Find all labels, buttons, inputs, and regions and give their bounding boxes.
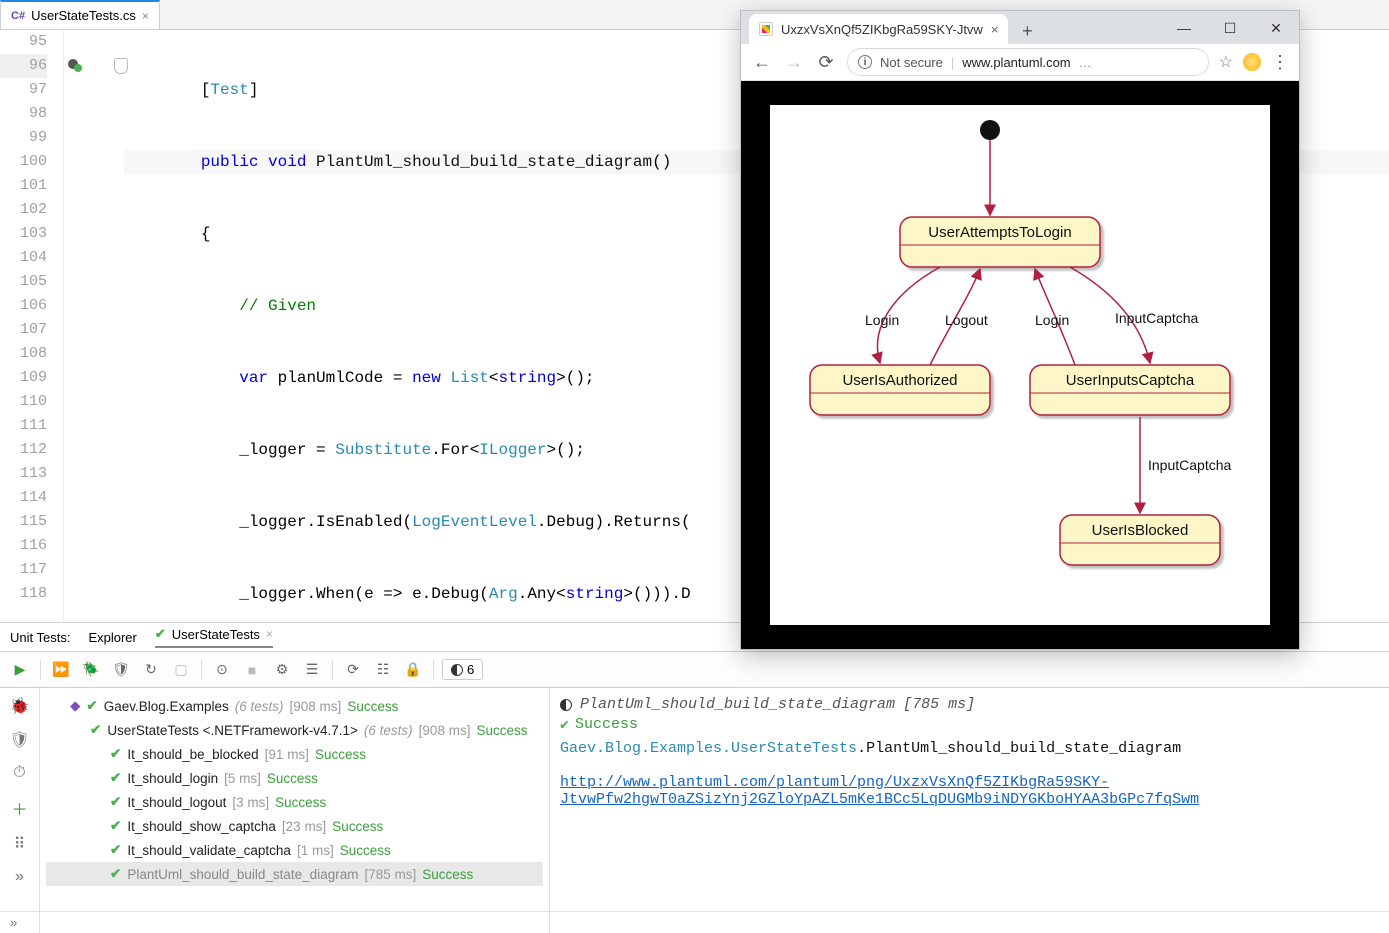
detail-time: [785 ms]	[903, 696, 975, 713]
editor-marker-margin	[64, 30, 124, 622]
forward-button[interactable]: →	[783, 52, 805, 73]
browser-window: UxzxVsXnQf5ZIKbgRa59SKY-Jtvw × + — ☐ ✕ ←…	[740, 10, 1300, 650]
clock-icon[interactable]: ⏱	[13, 764, 25, 782]
svg-text:InputCaptcha: InputCaptcha	[1148, 457, 1231, 473]
test-toolbar: ▶ ⏩ 🪲 🛡 ↻ ▢ ⊙ ■ ⚙ ☰ ⟳ ☷ 🔒 6	[0, 652, 1389, 688]
tree-item[interactable]: ✔It_should_validate_captcha [1 ms] Succe…	[46, 838, 543, 862]
svg-text:InputCaptcha: InputCaptcha	[1115, 310, 1198, 326]
test-tree[interactable]: ◆✔ Gaev.Blog.Examples (6 tests) [908 ms]…	[40, 688, 550, 933]
debug-button[interactable]: 🪲	[79, 658, 103, 682]
shield-icon[interactable]: 🛡	[9, 730, 29, 750]
plus-icon[interactable]: ＋	[11, 796, 27, 820]
svg-text:Login: Login	[1035, 312, 1069, 328]
tree-toggle-icon[interactable]: ⠿	[14, 834, 26, 854]
browser-tab-title: UxzxVsXnQf5ZIKbgRa59SKY-Jtvw	[781, 22, 983, 37]
close-tab-icon[interactable]: ×	[142, 9, 149, 23]
close-browser-tab-icon[interactable]: ×	[991, 22, 999, 37]
extension-icon[interactable]	[1243, 53, 1261, 71]
explorer-tab[interactable]: Explorer	[88, 630, 136, 645]
svg-text:UserAttemptsToLogin: UserAttemptsToLogin	[928, 224, 1071, 241]
tool-sidebar: 🐞 🛡 ⏱ ＋ ⠿ »	[0, 688, 40, 933]
test-count-pill[interactable]: 6	[442, 659, 483, 680]
back-button[interactable]: ←	[751, 52, 773, 73]
close-session-icon[interactable]: ×	[266, 627, 273, 641]
svg-text:Logout: Logout	[945, 312, 988, 328]
minimize-button[interactable]: —	[1161, 12, 1207, 44]
autoscroll-button[interactable]: ⟳	[341, 658, 365, 682]
check-icon: ✔	[155, 626, 166, 642]
options-button[interactable]: ⚙	[270, 658, 294, 682]
state-diagram: UserAttemptsToLogin UserIsAuthorized Use…	[770, 105, 1270, 625]
filter-button[interactable]: ☰	[300, 658, 324, 682]
not-secure-label: Not secure	[880, 55, 943, 70]
url-text: www.plantuml.com	[962, 55, 1070, 70]
tree-item[interactable]: ✔It_should_login [5 ms] Success	[46, 766, 543, 790]
site-info-icon[interactable]	[858, 55, 872, 69]
browser-tab[interactable]: UxzxVsXnQf5ZIKbgRa59SKY-Jtvw ×	[749, 14, 1008, 44]
group-button[interactable]: ☷	[371, 658, 395, 682]
file-lang-badge: C#	[11, 10, 25, 22]
svg-text:UserInputsCaptcha: UserInputsCaptcha	[1066, 372, 1195, 389]
half-circle-icon	[560, 699, 572, 711]
tree-item-selected[interactable]: ✔PlantUml_should_build_state_diagram [78…	[46, 862, 543, 886]
lock-button[interactable]: 🔒	[401, 658, 425, 682]
address-bar[interactable]: Not secure | www.plantuml.com…	[847, 48, 1209, 76]
bug-icon[interactable]: 🐞	[10, 696, 30, 716]
favicon-icon	[759, 22, 773, 36]
unit-tests-label: Unit Tests:	[10, 630, 70, 645]
test-output[interactable]: PlantUml_should_build_state_diagram [785…	[550, 688, 1389, 933]
coverage-shield-icon[interactable]	[114, 58, 128, 74]
run-button[interactable]: ▶	[8, 658, 32, 682]
tree-root[interactable]: ◆✔ Gaev.Blog.Examples (6 tests) [908 ms]…	[46, 694, 543, 718]
browser-viewport: UserAttemptsToLogin UserIsAuthorized Use…	[741, 81, 1299, 649]
half-circle-icon	[451, 664, 463, 676]
bookmark-icon[interactable]: ☆	[1219, 52, 1233, 72]
test-pass-marker-icon[interactable]	[74, 64, 82, 72]
file-tab[interactable]: C# UserStateTests.cs ×	[0, 0, 160, 29]
maximize-button[interactable]: ☐	[1207, 12, 1253, 44]
browser-menu-icon[interactable]: ⋮	[1271, 52, 1289, 73]
tree-item[interactable]: ✔It_should_show_captcha [23 ms] Success	[46, 814, 543, 838]
detail-title: PlantUml_should_build_state_diagram	[580, 696, 895, 713]
line-number-gutter: 95 96 97 98 99 100 101 102 103 104 105 1…	[0, 30, 64, 622]
repeat-button[interactable]: ↻	[139, 658, 163, 682]
tree-class[interactable]: ✔ UserStateTests <.NETFramework-v4.7.1> …	[46, 718, 543, 742]
session-name: UserStateTests	[172, 627, 260, 642]
expand-bottom-icon[interactable]: »	[10, 915, 17, 930]
reload-button[interactable]: ⟳	[815, 52, 837, 73]
tree-item[interactable]: ✔It_should_be_blocked [91 ms] Success	[46, 742, 543, 766]
svg-text:Login: Login	[865, 312, 899, 328]
track-button[interactable]: ⊙	[210, 658, 234, 682]
expand-icon[interactable]: »	[15, 868, 24, 886]
output-url-link[interactable]: http://www.plantuml.com/plantuml/png/Uxz…	[560, 774, 1199, 808]
new-tab-button[interactable]: +	[1014, 18, 1040, 44]
detail-status: Success	[575, 716, 638, 733]
svg-text:UserIsBlocked: UserIsBlocked	[1092, 522, 1189, 539]
tree-item[interactable]: ✔It_should_logout [3 ms] Success	[46, 790, 543, 814]
svg-text:UserIsAuthorized: UserIsAuthorized	[842, 372, 957, 389]
close-window-button[interactable]: ✕	[1253, 12, 1299, 44]
stop2-button[interactable]: ■	[240, 658, 264, 682]
coverage-button[interactable]: 🛡	[109, 658, 133, 682]
stop-button[interactable]: ▢	[169, 658, 193, 682]
detail-fqname: Gaev.Blog.Examples.UserStateTests.PlantU…	[560, 740, 1379, 757]
run-all-button[interactable]: ⏩	[49, 658, 73, 682]
file-tab-name: UserStateTests.cs	[31, 8, 136, 23]
session-tab[interactable]: ✔ UserStateTests ×	[155, 626, 273, 648]
